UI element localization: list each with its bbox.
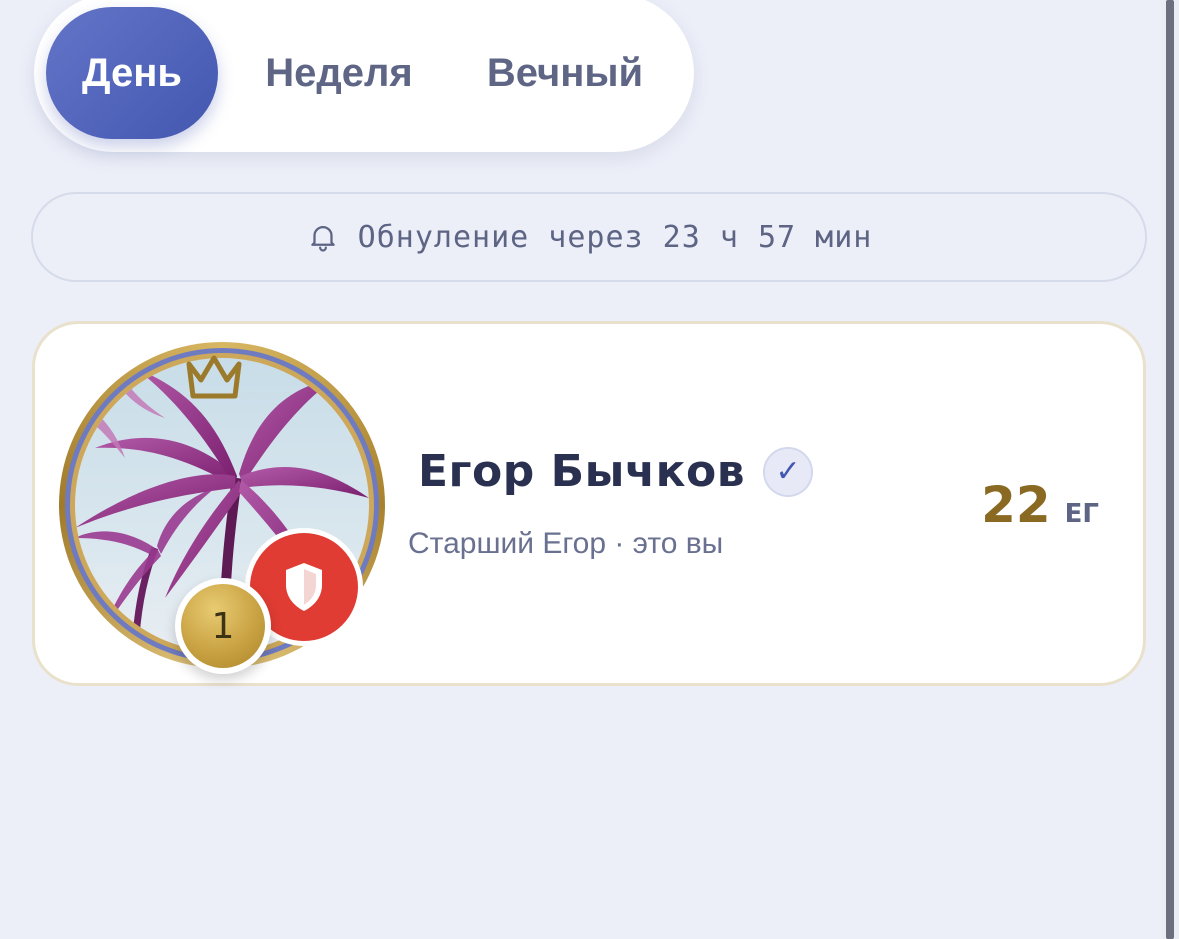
verified-check-icon: ✓ bbox=[763, 446, 814, 497]
period-tabs: День Неделя Вечный bbox=[34, 0, 694, 152]
avatar[interactable]: 1 bbox=[59, 342, 385, 674]
shield-icon bbox=[286, 563, 322, 611]
user-name[interactable]: Егор Бычков bbox=[418, 446, 745, 497]
user-name-row: Егор Бычков ✓ bbox=[418, 446, 814, 497]
crown-icon bbox=[186, 355, 242, 399]
scrollbar-track[interactable] bbox=[1161, 0, 1179, 939]
user-subtitle: Старший Егор · это вы bbox=[408, 527, 724, 560]
score-unit: ЕГ bbox=[1064, 499, 1099, 529]
score-value: 22 bbox=[981, 476, 1051, 534]
tab-week[interactable]: Неделя bbox=[244, 0, 434, 152]
reset-timer-banner: Обнуление через 23 ч 57 мин bbox=[31, 192, 1147, 282]
rank-badge: 1 bbox=[175, 578, 271, 674]
score: 22 ЕГ bbox=[981, 476, 1099, 534]
bell-icon bbox=[310, 226, 335, 252]
rank-number: 1 bbox=[181, 584, 265, 668]
leaderboard-row[interactable]: 1 Егор Бычков ✓ Старший Егор · это вы 22… bbox=[32, 321, 1146, 686]
scrollbar-thumb[interactable] bbox=[1166, 0, 1174, 939]
reset-timer-text: Обнуление через 23 ч 57 мин bbox=[357, 219, 873, 255]
tab-day[interactable]: День bbox=[46, 7, 218, 139]
tab-eternal[interactable]: Вечный bbox=[470, 0, 660, 152]
